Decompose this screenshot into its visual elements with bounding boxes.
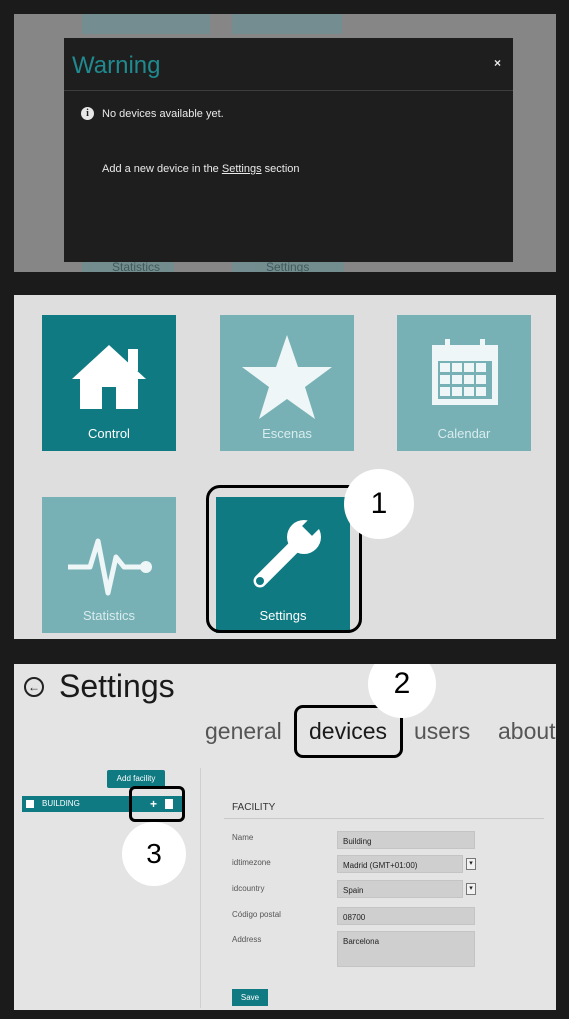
tile-label: Calendar: [437, 426, 491, 441]
instructions-suffix: section: [261, 163, 300, 175]
field-label-country: idcountry: [232, 884, 265, 893]
step-marker: 1: [344, 469, 414, 539]
field-label-name: Name: [232, 833, 254, 842]
field-label-timezone: idtimezone: [232, 858, 271, 867]
page-title: Settings: [59, 668, 175, 704]
tile-escenas[interactable]: Escenas: [220, 315, 354, 451]
instructions-prefix: Add a new device in the: [102, 163, 222, 175]
home-menu-screen: Control Escenas Calendar Statistics Sett…: [14, 295, 556, 639]
field-label-address: Address: [232, 935, 262, 944]
address-field[interactable]: Barcelona: [337, 931, 475, 967]
warning-modal: Warning × i No devices available yet. Ad…: [64, 38, 513, 262]
country-select[interactable]: Spain: [337, 880, 463, 898]
modal-message: No devices available yet.: [102, 108, 224, 120]
tile-control[interactable]: Control: [42, 315, 176, 451]
arrow-left-icon[interactable]: ←: [24, 677, 44, 697]
tile-statistics[interactable]: Statistics: [42, 497, 176, 633]
info-icon: i: [81, 107, 94, 120]
tile-label: Escenas: [262, 426, 312, 441]
field-label-postal-code: Código postal: [232, 910, 281, 919]
column-divider: [200, 768, 201, 1008]
tile-label: Statistics: [82, 608, 135, 623]
modal-title: Warning: [72, 52, 161, 79]
timezone-select[interactable]: Madrid (GMT+01:00): [337, 855, 463, 873]
background-tile: [82, 14, 210, 34]
tree-item-label: BUILDING: [42, 799, 80, 808]
chevron-down-icon[interactable]: ▾: [466, 858, 476, 870]
highlight-box: [206, 485, 362, 633]
background-tile: [232, 14, 342, 34]
modal-instructions: Add a new device in the Settings section: [102, 163, 300, 175]
collapse-icon[interactable]: [26, 800, 34, 808]
close-icon[interactable]: ×: [494, 56, 501, 70]
chevron-down-icon[interactable]: ▾: [466, 883, 476, 895]
section-divider: [224, 818, 544, 819]
warning-dialog-screen: Statistics Settings Warning × i No devic…: [14, 14, 556, 272]
tab-general[interactable]: general: [205, 718, 282, 745]
postal-code-field[interactable]: 08700: [337, 907, 475, 925]
settings-screen: ← Settings general devices users about 2…: [14, 664, 556, 1010]
tab-about[interactable]: about: [498, 718, 556, 745]
highlight-box: [129, 786, 185, 822]
facility-section-title: FACILITY: [232, 802, 276, 813]
settings-link[interactable]: Settings: [222, 163, 262, 175]
name-field[interactable]: Building: [337, 831, 475, 849]
tile-label: Control: [88, 426, 130, 441]
save-button[interactable]: Save: [232, 989, 268, 1006]
modal-divider: [64, 90, 513, 91]
step-marker: 3: [122, 822, 186, 886]
tile-calendar[interactable]: Calendar: [397, 315, 531, 451]
tab-users[interactable]: users: [414, 718, 470, 745]
